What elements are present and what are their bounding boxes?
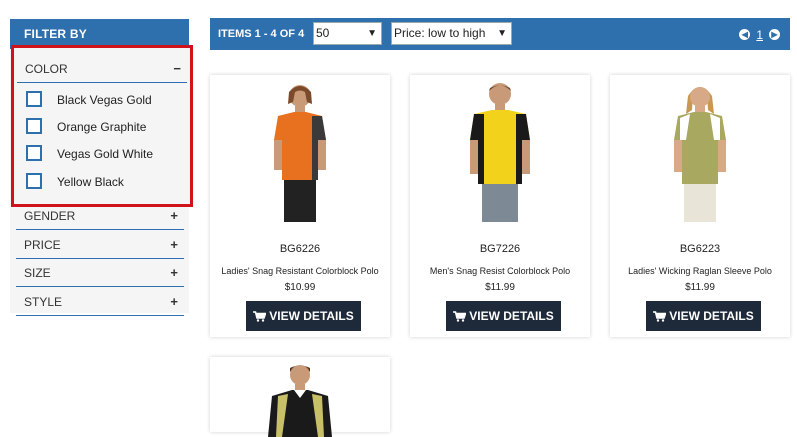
page-link[interactable]: 1 [756,19,763,51]
results-toolbar: ITEMS 1 - 4 OF 4 50 ▼ Price: low to high… [210,18,790,50]
checkbox[interactable] [26,91,42,107]
prev-page-icon[interactable]: ◀ [739,29,751,41]
chevron-down-icon: ▼ [367,28,377,39]
chevron-down-icon: ▼ [497,28,507,39]
product-card [210,357,390,437]
gender-facet-label: GENDER [24,209,76,223]
view-details-button[interactable]: VIEW DETAILS [446,301,561,331]
view-details-button[interactable]: VIEW DETAILS [646,301,761,331]
color-option-label: Yellow Black [57,175,124,189]
expand-icon[interactable]: + [170,231,178,259]
product-name[interactable]: Ladies' Wicking Raglan Sleeve Polo [610,266,790,276]
view-details-button[interactable]: VIEW DETAILS [246,301,361,331]
per-page-value: 50 [316,26,330,40]
product-name[interactable]: Ladies' Snag Resistant Colorblock Polo [210,266,390,276]
cart-icon [253,311,267,323]
product-image[interactable] [450,80,550,222]
checkbox[interactable] [26,173,42,189]
color-facet-header[interactable]: COLOR − [17,55,187,83]
product-image[interactable] [250,80,350,222]
color-facet-panel: COLOR − Black Vegas Gold Orange Graphite… [11,45,193,207]
checkbox[interactable] [26,118,42,134]
expand-icon[interactable]: + [170,288,178,316]
cart-icon [453,311,467,323]
collapse-icon[interactable]: − [173,55,181,83]
product-sku: BG6226 [279,243,321,255]
size-facet[interactable]: SIZE + [16,259,184,287]
view-details-label: VIEW DETAILS [269,309,354,323]
color-option-label: Vegas Gold White [57,147,154,161]
expand-icon[interactable]: + [170,259,178,287]
product-image[interactable] [650,80,750,222]
color-option-label: Black Vegas Gold [57,93,152,107]
expand-icon[interactable]: + [170,202,178,230]
per-page-select[interactable]: 50 ▼ [313,22,382,45]
cart-icon [653,311,667,323]
product-name[interactable]: Men's Snag Resist Colorblock Polo [410,266,590,276]
next-page-icon[interactable]: ▶ [769,29,780,41]
price-facet[interactable]: PRICE + [16,231,184,259]
product-price: $10.99 [284,282,316,293]
sort-value: Price: low to high [394,26,486,40]
price-facet-label: PRICE [24,238,61,252]
style-facet-label: STYLE [24,295,63,309]
product-sku: BG6223 [679,243,721,255]
product-card: BG6226 Ladies' Snag Resistant Colorblock… [210,75,390,337]
view-details-label: VIEW DETAILS [669,309,754,323]
style-facet[interactable]: STYLE + [16,288,184,316]
product-image[interactable] [250,362,350,437]
size-facet-label: SIZE [24,266,51,280]
product-price: $11.99 [685,282,715,293]
color-facet-label: COLOR [25,62,68,76]
gender-facet[interactable]: GENDER + [16,202,184,230]
view-details-label: VIEW DETAILS [469,309,554,323]
checkbox[interactable] [26,145,42,161]
pagination: ◀ 1 ▶ [739,18,780,51]
items-count: ITEMS 1 - 4 OF 4 [218,28,305,40]
product-card: BG6223 Ladies' Wicking Raglan Sleeve Pol… [610,75,790,337]
color-option-label: Orange Graphite [57,120,147,134]
product-price: $11.99 [485,282,515,293]
sort-select[interactable]: Price: low to high ▼ [391,22,512,45]
product-sku: BG7226 [479,243,521,255]
product-card: BG7226 Men's Snag Resist Colorblock Polo… [410,75,590,337]
